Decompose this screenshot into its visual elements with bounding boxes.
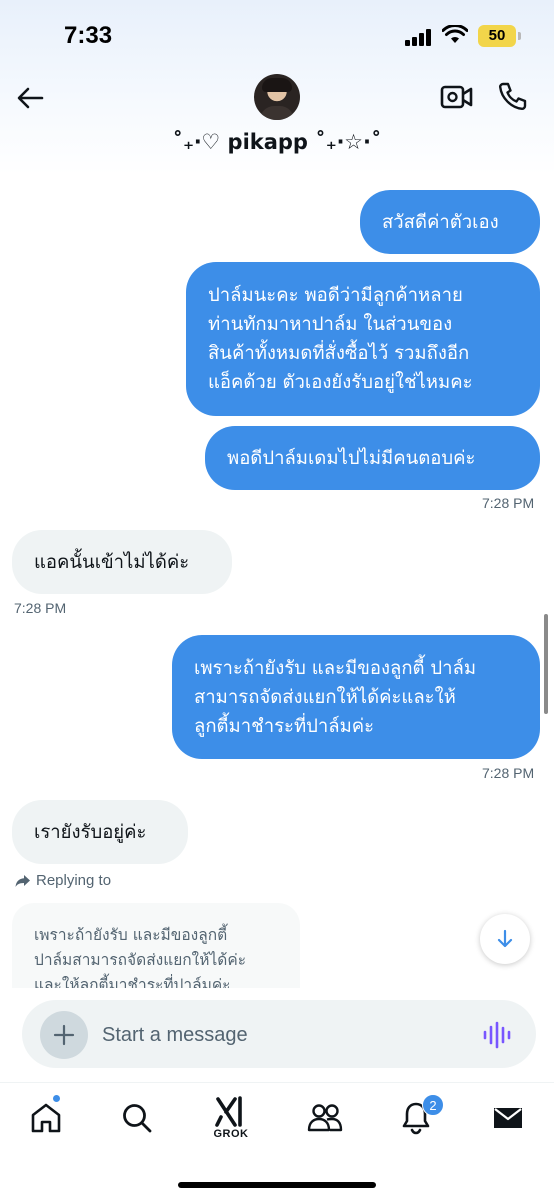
search-icon [123, 1104, 152, 1133]
avatar-hair [262, 78, 292, 92]
message-bubble-outgoing[interactable]: พอดีปาล์มเดมไปไม่มีคนตอบค่ะ [205, 426, 540, 490]
battery-indicator: 50 [478, 25, 516, 47]
voice-wave-icon [483, 1021, 511, 1049]
home-notification-dot [52, 1094, 61, 1103]
message-text: เพราะถ้ายังรับ และมีของลูกตี้ ปาล์ม สามา… [194, 657, 477, 737]
replying-to-label: Replying to [14, 872, 111, 889]
message-text: พอดีปาล์มเดมไปไม่มีคนตอบค่ะ [227, 447, 476, 469]
cellular-signal-icon [405, 28, 435, 46]
message-timestamp: 7:28 PM [482, 765, 535, 781]
home-icon [31, 1103, 61, 1133]
home-indicator [178, 1182, 376, 1188]
scroll-to-bottom-button[interactable] [480, 914, 530, 964]
arrow-down-icon [497, 929, 513, 948]
scrollbar[interactable] [544, 614, 548, 714]
plus-icon [53, 1024, 75, 1046]
tab-messages[interactable] [488, 1098, 528, 1138]
mail-icon [494, 1108, 522, 1128]
contact-avatar[interactable] [254, 74, 300, 120]
wifi-icon [442, 25, 468, 43]
message-text: ปาล์มนะคะ พอดีว่ามีลูกค้าหลาย ท่านทักมาห… [208, 285, 473, 393]
status-bar: 7:33 50 [0, 0, 554, 74]
message-timestamp: 7:28 PM [482, 495, 535, 511]
contact-name[interactable]: ˚₊‧♡ pikapp ˚₊‧☆·˚ [0, 130, 554, 154]
tab-search[interactable] [117, 1098, 157, 1138]
message-bubble-outgoing[interactable]: สวัสดีค่าตัวเอง [360, 190, 540, 254]
tab-home[interactable] [26, 1098, 66, 1138]
message-text: สวัสดีค่าตัวเอง [382, 211, 499, 233]
replying-to-text: Replying to [36, 872, 112, 889]
message-bubble-incoming[interactable]: เรายังรับอยู่ค่ะ [12, 800, 188, 864]
tab-grok[interactable] [211, 1092, 251, 1132]
communities-icon [307, 1104, 343, 1132]
add-attachment-button[interactable] [40, 1011, 88, 1059]
avatar-body [260, 106, 294, 120]
message-text: แอคนั้นเข้าไม่ได้ค่ะ [34, 551, 190, 573]
message-text: เรายังรับอยู่ค่ะ [34, 821, 147, 843]
voice-call-button[interactable] [497, 80, 529, 116]
status-time: 7:33 [64, 22, 113, 49]
video-camera-icon [440, 85, 473, 109]
reply-arrow-icon [15, 874, 30, 887]
voice-message-button[interactable] [482, 1020, 512, 1054]
grok-label: GROK [213, 1128, 249, 1140]
phone-icon [498, 82, 527, 111]
tab-communities[interactable] [305, 1098, 345, 1138]
message-bubble-incoming[interactable]: แอคนั้นเข้าไม่ได้ค่ะ [12, 530, 232, 594]
message-bubble-outgoing[interactable]: ปาล์มนะคะ พอดีว่ามีลูกค้าหลาย ท่านทักมาห… [186, 262, 540, 416]
notifications-count-badge: 2 [422, 1094, 444, 1116]
back-button[interactable] [12, 80, 48, 116]
grok-icon [215, 1096, 242, 1127]
back-arrow-icon [17, 87, 44, 109]
video-call-button[interactable] [440, 82, 474, 116]
message-input[interactable] [102, 1016, 462, 1054]
message-bubble-outgoing[interactable]: เพราะถ้ายังรับ และมีของลูกตี้ ปาล์ม สามา… [172, 635, 540, 759]
battery-tip [518, 32, 521, 40]
message-timestamp: 7:28 PM [14, 600, 67, 616]
